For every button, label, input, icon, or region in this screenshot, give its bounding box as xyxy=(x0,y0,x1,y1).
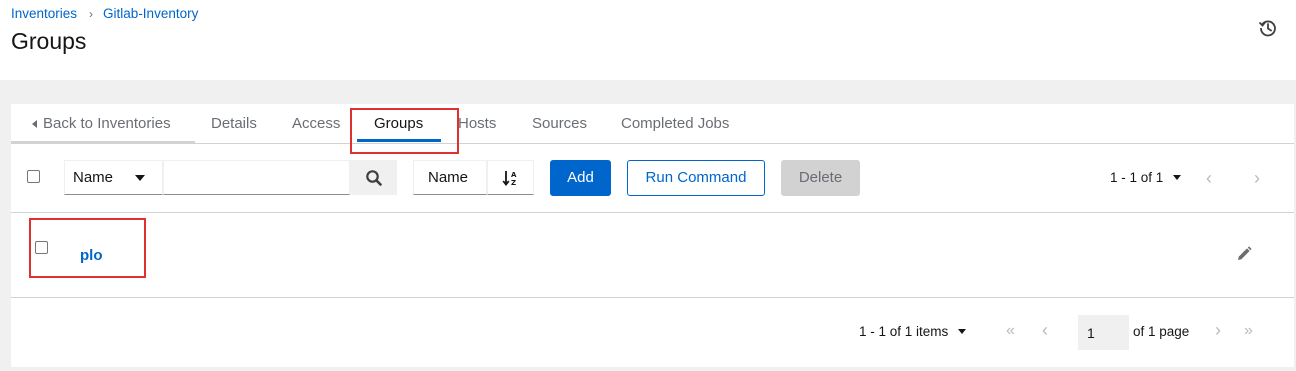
breadcrumb-inventories-link[interactable]: Inventories xyxy=(11,6,77,21)
history-icon[interactable] xyxy=(1258,18,1278,38)
breadcrumb-separator: › xyxy=(89,6,94,21)
active-tab-indicator xyxy=(357,139,441,142)
search-icon xyxy=(365,169,382,186)
tab-completed-jobs[interactable]: Completed Jobs xyxy=(621,104,729,144)
page-header: Inventories › Gitlab-Inventory Groups xyxy=(0,0,1296,80)
svg-text:A: A xyxy=(511,171,517,179)
add-button[interactable]: Add xyxy=(550,160,611,196)
table-row: plo xyxy=(11,213,1294,298)
previous-page-icon[interactable]: ‹ xyxy=(1042,321,1048,339)
select-all-checkbox[interactable] xyxy=(27,170,40,183)
filter-field-label: Name xyxy=(73,169,114,186)
next-page-icon[interactable]: › xyxy=(1254,169,1260,187)
previous-page-icon[interactable]: ‹ xyxy=(1206,169,1212,187)
chevron-down-icon xyxy=(135,175,145,181)
groups-card: Back to Inventories Details Access Group… xyxy=(11,104,1294,367)
row-select-checkbox[interactable] xyxy=(35,241,48,254)
search-input[interactable] xyxy=(163,160,350,195)
caret-left-icon xyxy=(32,120,37,128)
toolbar: Name Name A Z Add Run Command Delete 1 - xyxy=(11,144,1294,213)
tab-hosts[interactable]: Hosts xyxy=(458,104,496,144)
page-title: Groups xyxy=(11,28,87,54)
caret-down-icon xyxy=(958,329,967,334)
tab-access[interactable]: Access xyxy=(292,104,340,144)
tab-details[interactable]: Details xyxy=(211,104,257,144)
sort-alpha-icon: A Z xyxy=(501,170,517,187)
last-page-icon[interactable]: » xyxy=(1244,323,1253,339)
filter-field-select[interactable]: Name xyxy=(64,160,163,195)
breadcrumb: Inventories › Gitlab-Inventory xyxy=(11,6,198,21)
first-page-icon[interactable]: « xyxy=(1006,323,1015,339)
tab-bar: Back to Inventories Details Access Group… xyxy=(11,104,1294,144)
pencil-icon[interactable] xyxy=(1235,245,1253,263)
sort-field-label: Name xyxy=(428,169,469,186)
tab-groups[interactable]: Groups xyxy=(374,104,423,144)
of-pages-label: of 1 page xyxy=(1133,324,1190,339)
pagination-toggle-top[interactable]: 1 - 1 of 1 xyxy=(1110,170,1182,185)
tab-back-to-inventories[interactable]: Back to Inventories xyxy=(11,104,195,144)
pagination-toggle-bottom[interactable]: 1 - 1 of 1 items xyxy=(859,324,967,339)
caret-down-icon xyxy=(1173,175,1182,180)
group-name-link[interactable]: plo xyxy=(80,247,103,264)
tab-back-label: Back to Inventories xyxy=(43,115,171,132)
tab-sources[interactable]: Sources xyxy=(532,104,587,144)
sort-direction-button[interactable]: A Z xyxy=(487,160,534,195)
items-summary: 1 - 1 of 1 items xyxy=(859,324,949,339)
pagination-summary: 1 - 1 of 1 xyxy=(1110,170,1164,185)
page-number-input[interactable] xyxy=(1078,315,1129,350)
search-button[interactable] xyxy=(350,160,397,195)
breadcrumb-current-link[interactable]: Gitlab-Inventory xyxy=(103,6,198,21)
sort-field-select[interactable]: Name xyxy=(413,160,487,195)
next-page-icon[interactable]: › xyxy=(1215,321,1221,339)
svg-text:Z: Z xyxy=(511,179,516,187)
delete-button[interactable]: Delete xyxy=(781,160,860,196)
run-command-button[interactable]: Run Command xyxy=(627,160,765,196)
